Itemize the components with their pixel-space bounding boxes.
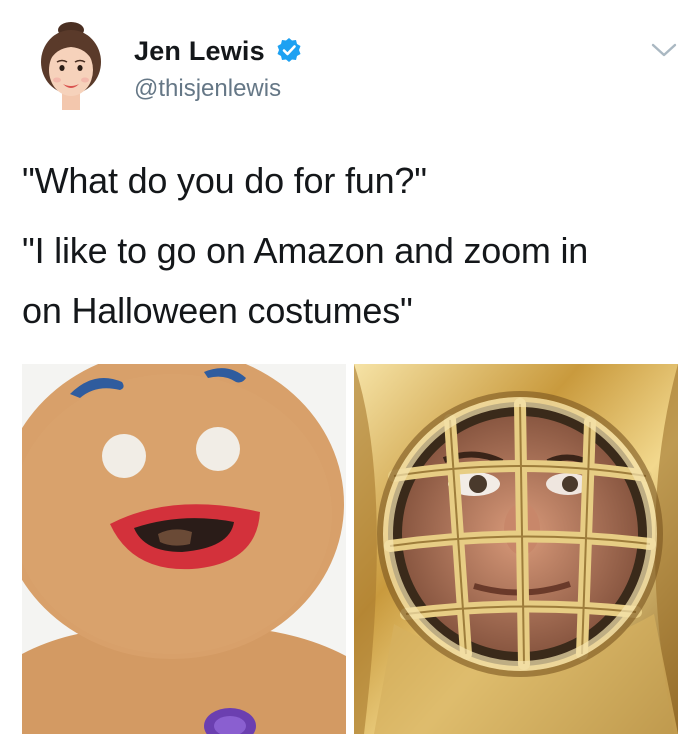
tweet-text-line-2: "I like to go on Amazon and zoom in xyxy=(22,230,589,271)
author-name[interactable]: Jen Lewis xyxy=(134,36,265,67)
tweet-text-line-3: on Halloween costumes" xyxy=(22,290,413,331)
media-image-gingerbread[interactable] xyxy=(22,364,346,734)
author-handle[interactable]: @thisjenlewis xyxy=(134,75,281,103)
author-avatar[interactable] xyxy=(38,22,104,116)
chevron-down-icon[interactable] xyxy=(649,40,679,60)
verified-badge-icon xyxy=(276,37,302,63)
tweet-text-line-1: "What do you do for fun?" xyxy=(22,160,427,201)
avatar-image xyxy=(41,22,101,110)
media-image-gold-helmet[interactable] xyxy=(354,364,678,734)
